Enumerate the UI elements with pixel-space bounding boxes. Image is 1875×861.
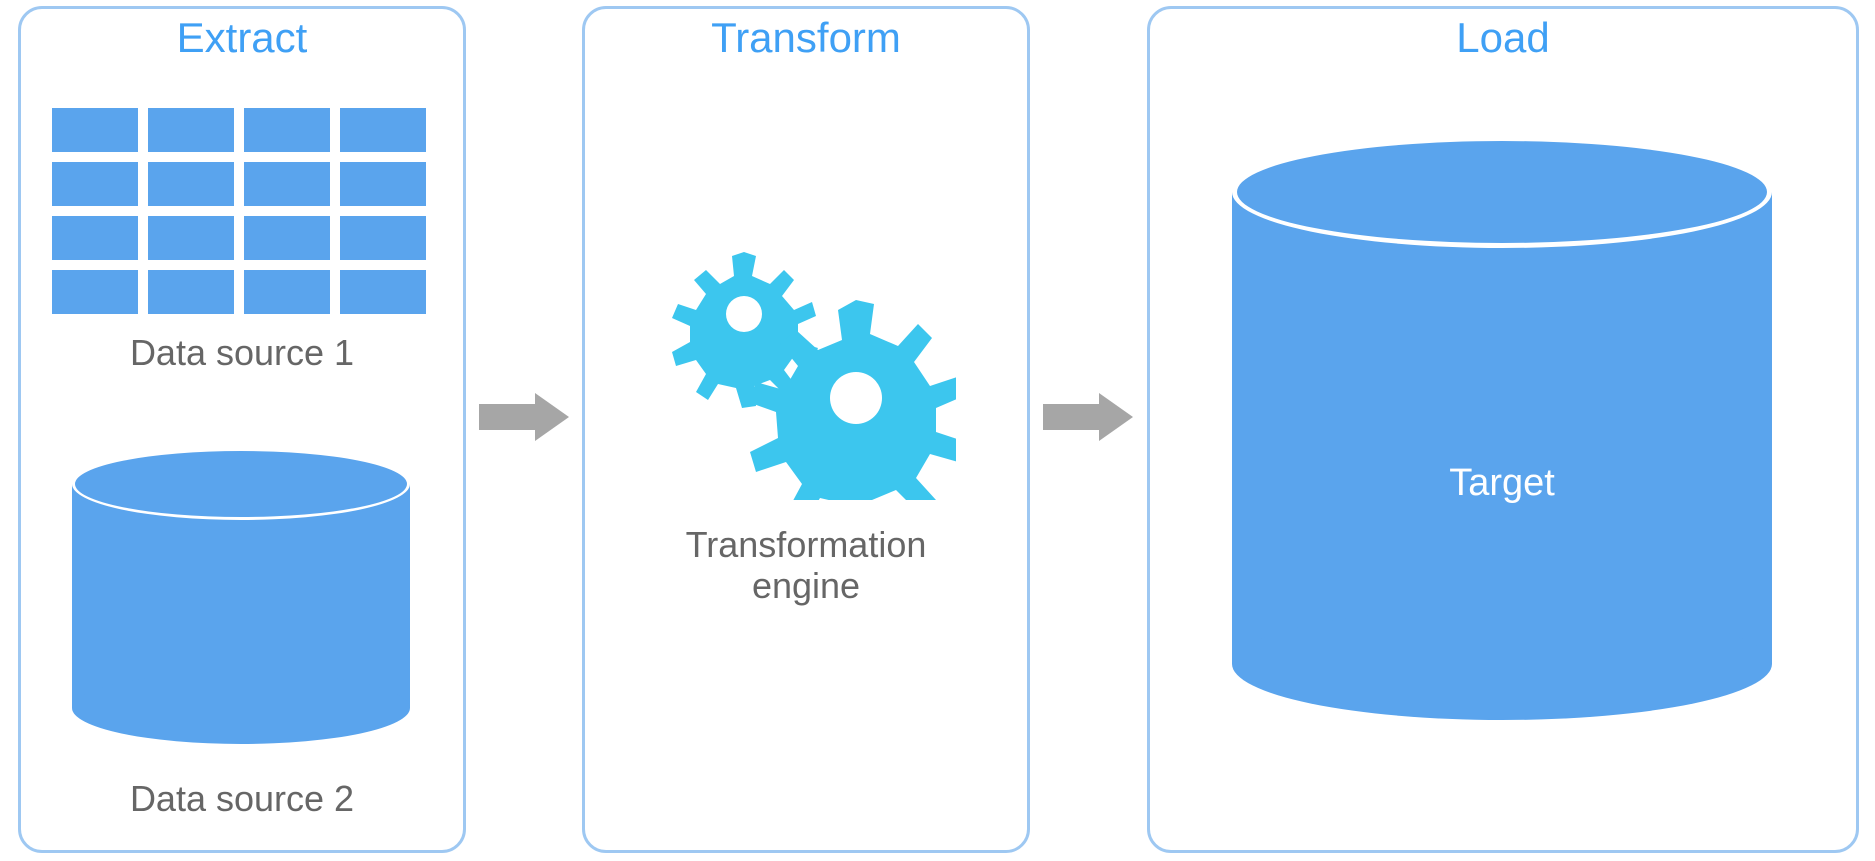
transform-label: Transformation engine (582, 524, 1030, 607)
arrow-extract-to-transform-icon (479, 393, 569, 441)
extract-title: Extract (18, 14, 466, 62)
data-source-1-label: Data source 1 (18, 332, 466, 373)
data-source-2-cylinder-icon (72, 448, 410, 744)
target-label: Target (1232, 462, 1772, 505)
arrow-transform-to-load-icon (1043, 393, 1133, 441)
gears-icon (660, 226, 956, 500)
transform-label-line1: Transformation (686, 524, 927, 565)
target-cylinder-icon: Target (1232, 136, 1772, 720)
transform-label-line2: engine (752, 565, 860, 606)
load-title: Load (1147, 14, 1859, 62)
data-source-1-grid-icon (52, 108, 426, 314)
data-source-2-label: Data source 2 (18, 778, 466, 819)
etl-diagram: Extract Data source 1 Data source 2 Tran… (0, 0, 1875, 861)
transform-title: Transform (582, 14, 1030, 62)
